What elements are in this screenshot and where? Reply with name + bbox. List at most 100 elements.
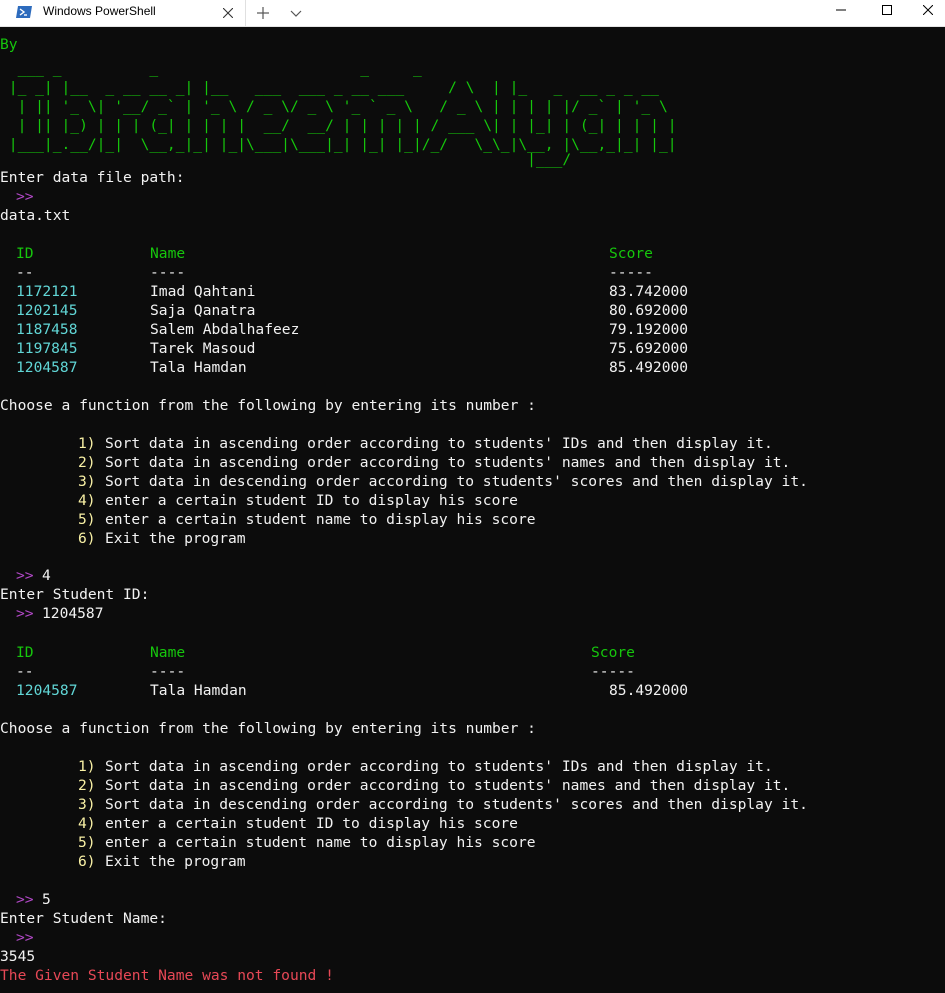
row-id: 1172121 (16, 283, 78, 300)
maximize-icon (882, 5, 892, 15)
menu-item: 1) Sort data in ascending order according… (0, 757, 945, 776)
menu-item-text: Sort data in ascending order according t… (105, 777, 791, 794)
student-id-prompt: Enter Student ID: (0, 586, 150, 603)
menu-item-number: 2) (78, 454, 96, 471)
menu-item-text: Sort data in descending order according … (105, 473, 808, 490)
file-path-value: data.txt (0, 207, 71, 224)
menu-item: 3) Sort data in descending order accordin… (0, 795, 945, 814)
table-row: 1202145 Saja Qanatra 80.692000 (0, 301, 945, 320)
table-row: 1187458 Salem Abdalhafeez 79.192000 (0, 320, 945, 339)
maximize-button[interactable] (864, 0, 910, 20)
choice-input: 4 (42, 567, 51, 584)
underline-score: ----- (609, 264, 653, 281)
table-row: 1204587 Tala Hamdan 85.492000 (0, 358, 945, 377)
row-name: Tala Hamdan (150, 682, 247, 699)
prompt-symbol: >> (16, 929, 34, 946)
row-name: Tarek Masoud (150, 340, 256, 357)
menu-item: 6) Exit the program (0, 529, 945, 548)
menu-item-number: 4) (78, 492, 96, 509)
header-id: ID (16, 644, 34, 661)
menu-item-text: Exit the program (105, 853, 246, 870)
prompt-line: >> 5 (0, 890, 945, 909)
underline-id: -- (16, 264, 34, 281)
menu-item-number: 3) (78, 796, 96, 813)
underline-score: ----- (591, 663, 635, 680)
header-id: ID (16, 245, 34, 262)
ascii-banner-line: | || |_) | | | (_| | | | | __/ __/ | | |… (0, 117, 677, 134)
prompt-line: >> (0, 187, 945, 206)
table-header: ID Name Score (0, 244, 945, 263)
row-score: 80.692000 (609, 302, 689, 319)
row-name: Imad Qahtani (150, 283, 256, 300)
row-score: 85.492000 (609, 682, 689, 699)
tab-powershell[interactable]: Windows PowerShell (0, 0, 246, 26)
chevron-down-icon[interactable] (287, 3, 305, 23)
result-table-underline: -- ---- ----- (0, 662, 945, 681)
menu-item-number: 4) (78, 815, 96, 832)
table-row: 1172121 Imad Qahtani 83.742000 (0, 282, 945, 301)
menu-item-text: enter a certain student ID to display hi… (105, 492, 518, 509)
row-name: Salem Abdalhafeez (150, 321, 300, 338)
file-path-prompt: Enter data file path: (0, 169, 185, 186)
row-name: Saja Qanatra (150, 302, 256, 319)
header-name: Name (150, 245, 186, 262)
row-id: 1204587 (16, 359, 78, 376)
prompt-line: >> 1204587 (0, 604, 945, 623)
menu-item-number: 1) (78, 758, 96, 775)
prompt-symbol: >> (16, 188, 34, 205)
powershell-icon (16, 6, 32, 18)
table-row: 1204587 Tala Hamdan 85.492000 (0, 681, 945, 700)
close-window-button[interactable] (910, 0, 945, 20)
header-score: Score (591, 644, 635, 661)
menu-item: 1) Sort data in ascending order according… (0, 434, 945, 453)
row-score: 75.692000 (609, 340, 689, 357)
underline-name: ---- (150, 264, 186, 281)
menu-item-number: 5) (78, 834, 96, 851)
title-bar: Windows PowerShell (0, 0, 945, 27)
student-name-input: 3545 (0, 948, 36, 965)
tab-title: Windows PowerShell (43, 4, 156, 18)
row-score: 85.492000 (609, 359, 689, 376)
table-row: 1197845 Tarek Masoud 75.692000 (0, 339, 945, 358)
menu-item-text: enter a certain student name to display … (105, 834, 536, 851)
result-table-header: ID Name Score (0, 643, 945, 662)
menu-item-number: 3) (78, 473, 96, 490)
row-name: Tala Hamdan (150, 359, 247, 376)
menu-item: 3) Sort data in descending order accordin… (0, 472, 945, 491)
menu-item: 5) enter a certain student name to displa… (0, 510, 945, 529)
close-tab-button[interactable] (218, 3, 238, 23)
underline-id: -- (16, 663, 34, 680)
menu-item: 5) enter a certain student name to displa… (0, 833, 945, 852)
row-id: 1197845 (16, 340, 78, 357)
prompt-symbol: >> (16, 567, 34, 584)
ascii-banner-line: ___ _ _ _ _ (0, 60, 422, 77)
menu-item-text: Sort data in ascending order according t… (105, 758, 773, 775)
menu-item: 4) enter a certain student ID to display … (0, 814, 945, 833)
menu-item: 2) Sort data in ascending order according… (0, 453, 945, 472)
row-score: 79.192000 (609, 321, 689, 338)
prompt-symbol: >> (16, 605, 34, 622)
ascii-banner-line: |___/ (0, 151, 572, 168)
menu-item-text: Sort data in ascending order according t… (105, 454, 791, 471)
choice-input: 5 (42, 891, 51, 908)
minimize-button[interactable] (818, 0, 864, 20)
ascii-banner-line: | || '_ \| '__/ _` | '_ \ / _ \/ _ \ '_ … (0, 98, 668, 115)
row-id: 1202145 (16, 302, 78, 319)
row-id: 1204587 (16, 682, 78, 699)
menu-item-text: enter a certain student ID to display hi… (105, 815, 518, 832)
menu-item-text: Sort data in descending order according … (105, 796, 808, 813)
underline-name: ---- (150, 663, 186, 680)
plus-icon[interactable] (253, 3, 273, 23)
console-output[interactable]: By ___ _ _ _ _ |_ _| |__ _ __ __ _| |__ … (0, 26, 945, 993)
menu-item-number: 6) (78, 853, 96, 870)
row-score: 83.742000 (609, 283, 689, 300)
prompt-line: >> 4 (0, 566, 945, 585)
prompt-symbol: >> (16, 891, 34, 908)
student-id-input: 1204587 (42, 605, 104, 622)
close-icon (922, 5, 933, 15)
menu-prompt: Choose a function from the following by … (0, 720, 536, 737)
menu-item-number: 5) (78, 511, 96, 528)
menu-item-number: 6) (78, 530, 96, 547)
prompt-line: >> (0, 928, 945, 947)
table-underline: -- ---- ----- (0, 263, 945, 282)
